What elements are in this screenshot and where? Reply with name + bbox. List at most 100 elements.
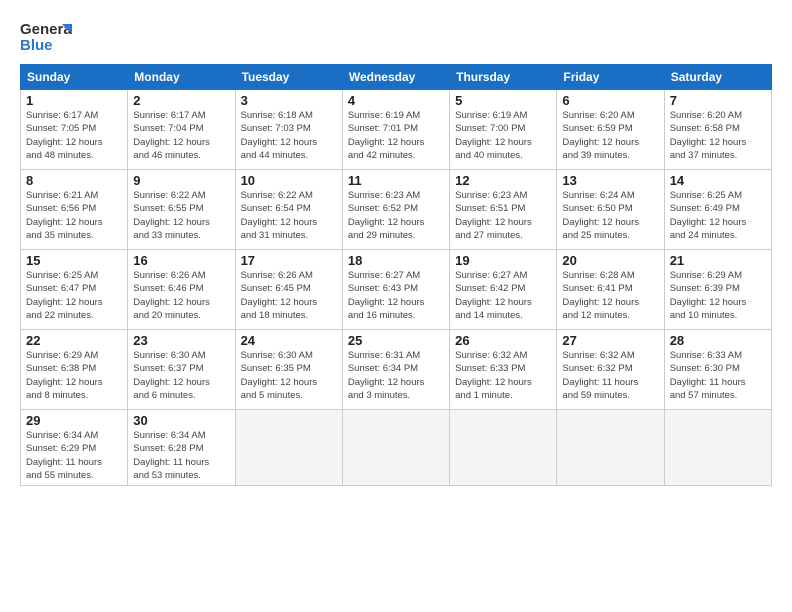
calendar-cell: 24Sunrise: 6:30 AMSunset: 6:35 PMDayligh… [235,330,342,410]
day-info: Sunrise: 6:20 AMSunset: 6:58 PMDaylight:… [670,109,766,162]
day-info: Sunrise: 6:29 AMSunset: 6:39 PMDaylight:… [670,269,766,322]
day-info: Sunrise: 6:29 AMSunset: 6:38 PMDaylight:… [26,349,122,402]
day-info: Sunrise: 6:25 AMSunset: 6:47 PMDaylight:… [26,269,122,322]
day-number: 24 [241,333,337,348]
day-number: 26 [455,333,551,348]
day-number: 23 [133,333,229,348]
day-number: 11 [348,173,444,188]
day-info: Sunrise: 6:26 AMSunset: 6:46 PMDaylight:… [133,269,229,322]
day-info: Sunrise: 6:26 AMSunset: 6:45 PMDaylight:… [241,269,337,322]
day-info: Sunrise: 6:20 AMSunset: 6:59 PMDaylight:… [562,109,658,162]
day-number: 29 [26,413,122,428]
calendar-cell: 28Sunrise: 6:33 AMSunset: 6:30 PMDayligh… [664,330,771,410]
day-info: Sunrise: 6:23 AMSunset: 6:52 PMDaylight:… [348,189,444,242]
calendar-cell [342,410,449,486]
calendar-page: General Blue SundayMondayTuesdayWednesda… [0,0,792,612]
day-number: 28 [670,333,766,348]
calendar-cell: 8Sunrise: 6:21 AMSunset: 6:56 PMDaylight… [21,170,128,250]
day-number: 14 [670,173,766,188]
dow-header-wednesday: Wednesday [342,65,449,90]
day-info: Sunrise: 6:21 AMSunset: 6:56 PMDaylight:… [26,189,122,242]
calendar-table: SundayMondayTuesdayWednesdayThursdayFrid… [20,64,772,486]
day-number: 19 [455,253,551,268]
calendar-cell: 3Sunrise: 6:18 AMSunset: 7:03 PMDaylight… [235,90,342,170]
day-info: Sunrise: 6:32 AMSunset: 6:33 PMDaylight:… [455,349,551,402]
day-info: Sunrise: 6:17 AMSunset: 7:05 PMDaylight:… [26,109,122,162]
calendar-cell: 1Sunrise: 6:17 AMSunset: 7:05 PMDaylight… [21,90,128,170]
day-number: 18 [348,253,444,268]
svg-text:Blue: Blue [20,37,53,54]
calendar-cell: 27Sunrise: 6:32 AMSunset: 6:32 PMDayligh… [557,330,664,410]
calendar-cell: 21Sunrise: 6:29 AMSunset: 6:39 PMDayligh… [664,250,771,330]
day-info: Sunrise: 6:23 AMSunset: 6:51 PMDaylight:… [455,189,551,242]
day-number: 15 [26,253,122,268]
calendar-cell: 14Sunrise: 6:25 AMSunset: 6:49 PMDayligh… [664,170,771,250]
calendar-cell: 22Sunrise: 6:29 AMSunset: 6:38 PMDayligh… [21,330,128,410]
dow-header-friday: Friday [557,65,664,90]
calendar-cell: 4Sunrise: 6:19 AMSunset: 7:01 PMDaylight… [342,90,449,170]
day-info: Sunrise: 6:25 AMSunset: 6:49 PMDaylight:… [670,189,766,242]
calendar-cell: 30Sunrise: 6:34 AMSunset: 6:28 PMDayligh… [128,410,235,486]
day-number: 1 [26,93,122,108]
day-info: Sunrise: 6:33 AMSunset: 6:30 PMDaylight:… [670,349,766,402]
calendar-cell: 29Sunrise: 6:34 AMSunset: 6:29 PMDayligh… [21,410,128,486]
dow-header-tuesday: Tuesday [235,65,342,90]
day-number: 5 [455,93,551,108]
day-number: 8 [26,173,122,188]
day-number: 2 [133,93,229,108]
calendar-cell: 11Sunrise: 6:23 AMSunset: 6:52 PMDayligh… [342,170,449,250]
calendar-cell: 17Sunrise: 6:26 AMSunset: 6:45 PMDayligh… [235,250,342,330]
day-info: Sunrise: 6:18 AMSunset: 7:03 PMDaylight:… [241,109,337,162]
logo: General Blue [20,16,72,56]
calendar-cell: 23Sunrise: 6:30 AMSunset: 6:37 PMDayligh… [128,330,235,410]
day-info: Sunrise: 6:30 AMSunset: 6:35 PMDaylight:… [241,349,337,402]
day-info: Sunrise: 6:30 AMSunset: 6:37 PMDaylight:… [133,349,229,402]
calendar-cell: 9Sunrise: 6:22 AMSunset: 6:55 PMDaylight… [128,170,235,250]
day-info: Sunrise: 6:34 AMSunset: 6:28 PMDaylight:… [133,429,229,482]
day-number: 9 [133,173,229,188]
dow-header-monday: Monday [128,65,235,90]
day-number: 25 [348,333,444,348]
day-info: Sunrise: 6:17 AMSunset: 7:04 PMDaylight:… [133,109,229,162]
header: General Blue [20,16,772,56]
calendar-cell: 16Sunrise: 6:26 AMSunset: 6:46 PMDayligh… [128,250,235,330]
day-number: 7 [670,93,766,108]
dow-header-sunday: Sunday [21,65,128,90]
calendar-cell: 6Sunrise: 6:20 AMSunset: 6:59 PMDaylight… [557,90,664,170]
logo-graphic: General Blue [20,16,72,56]
calendar-cell: 15Sunrise: 6:25 AMSunset: 6:47 PMDayligh… [21,250,128,330]
calendar-cell [664,410,771,486]
day-number: 6 [562,93,658,108]
day-info: Sunrise: 6:34 AMSunset: 6:29 PMDaylight:… [26,429,122,482]
day-info: Sunrise: 6:19 AMSunset: 7:00 PMDaylight:… [455,109,551,162]
calendar-cell: 25Sunrise: 6:31 AMSunset: 6:34 PMDayligh… [342,330,449,410]
calendar-cell [557,410,664,486]
calendar-cell: 19Sunrise: 6:27 AMSunset: 6:42 PMDayligh… [450,250,557,330]
svg-text:General: General [20,21,72,38]
day-number: 22 [26,333,122,348]
day-info: Sunrise: 6:27 AMSunset: 6:42 PMDaylight:… [455,269,551,322]
day-info: Sunrise: 6:31 AMSunset: 6:34 PMDaylight:… [348,349,444,402]
day-info: Sunrise: 6:28 AMSunset: 6:41 PMDaylight:… [562,269,658,322]
day-number: 21 [670,253,766,268]
calendar-cell: 18Sunrise: 6:27 AMSunset: 6:43 PMDayligh… [342,250,449,330]
day-number: 10 [241,173,337,188]
calendar-cell: 12Sunrise: 6:23 AMSunset: 6:51 PMDayligh… [450,170,557,250]
day-info: Sunrise: 6:22 AMSunset: 6:55 PMDaylight:… [133,189,229,242]
calendar-cell: 13Sunrise: 6:24 AMSunset: 6:50 PMDayligh… [557,170,664,250]
calendar-cell: 7Sunrise: 6:20 AMSunset: 6:58 PMDaylight… [664,90,771,170]
dow-header-thursday: Thursday [450,65,557,90]
day-info: Sunrise: 6:19 AMSunset: 7:01 PMDaylight:… [348,109,444,162]
day-number: 3 [241,93,337,108]
day-info: Sunrise: 6:27 AMSunset: 6:43 PMDaylight:… [348,269,444,322]
day-info: Sunrise: 6:22 AMSunset: 6:54 PMDaylight:… [241,189,337,242]
day-info: Sunrise: 6:32 AMSunset: 6:32 PMDaylight:… [562,349,658,402]
day-number: 30 [133,413,229,428]
day-number: 12 [455,173,551,188]
day-info: Sunrise: 6:24 AMSunset: 6:50 PMDaylight:… [562,189,658,242]
calendar-cell: 2Sunrise: 6:17 AMSunset: 7:04 PMDaylight… [128,90,235,170]
calendar-cell: 20Sunrise: 6:28 AMSunset: 6:41 PMDayligh… [557,250,664,330]
day-number: 13 [562,173,658,188]
day-number: 27 [562,333,658,348]
calendar-cell [450,410,557,486]
